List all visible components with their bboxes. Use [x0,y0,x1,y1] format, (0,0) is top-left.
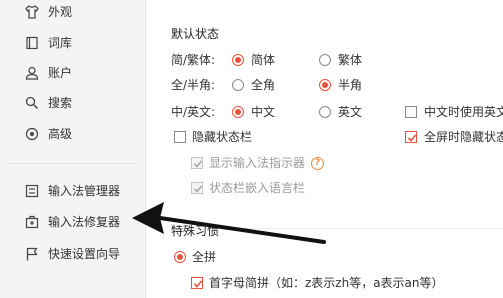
sidebar-item-search[interactable]: 搜索 [0,91,146,115]
row-label-traditional: 简/繁体: [171,53,216,67]
option-label: 英文 [338,105,363,119]
checkbox-hide-status-bar[interactable] [174,131,186,143]
checkbox-label: 首字母简拼（如：z表示zh等，a表示an等） [209,276,444,290]
checkbox-cn-use-en-punct[interactable] [405,106,417,118]
sidebar-item-ime-repair[interactable]: 输入法修复器 [0,210,146,234]
section-title-default-state: 默认状态 [171,27,220,41]
option-label: 简体 [251,53,276,67]
flag-icon [24,246,40,262]
sidebar-item-account[interactable]: 账户 [0,61,146,85]
checkbox-initials[interactable] [191,277,203,289]
check-icon [193,280,203,288]
option-label: 中文 [251,105,276,119]
repair-icon [24,214,40,230]
sidebar-divider [10,163,134,164]
sidebar-item-label: 词库 [48,36,73,50]
radio-simplified[interactable] [232,54,244,66]
sidebar-item-ime-manager[interactable]: 输入法管理器 [0,179,146,203]
annotation-arrow [132,202,326,244]
sidebar-item-dictionary[interactable]: 词库 [0,31,146,55]
sidebar-item-label: 账户 [48,66,73,80]
check-icon [407,134,417,142]
option-label: 全拼 [192,250,217,264]
radio-half-width[interactable] [319,79,331,91]
sidebar-item-label: 外观 [48,5,73,19]
row-label-width: 全/半角: [171,78,216,92]
checkbox-label: 全屏时隐藏状态 [424,130,503,144]
radio-english[interactable] [319,106,331,118]
sidebar-item-label: 输入法管理器 [48,184,121,198]
sidebar-item-label: 高级 [48,127,73,141]
radio-full-width[interactable] [232,79,244,91]
search-icon [24,95,40,111]
checkbox-fullscreen-hide[interactable] [405,131,417,143]
option-label: 半角 [338,78,363,92]
manager-icon [24,183,40,199]
checkbox-label: 中文时使用英文 [424,105,503,119]
checkbox-label: 隐藏状态栏 [192,130,253,144]
settings-panel: 默认状态 简/繁体: 简体 繁体 全/半角: 全角 半角 中/英文: 中文 英文… [147,0,503,298]
user-icon [24,65,40,81]
sidebar-item-advanced[interactable]: 高级 [0,122,146,146]
shirt-icon [24,4,40,20]
sidebar-item-label: 搜索 [48,96,73,110]
sidebar-item-appearance[interactable]: 外观 [0,0,146,24]
row-label-language: 中/英文: [171,105,216,119]
radio-chinese[interactable] [232,106,244,118]
option-label: 全角 [251,78,276,92]
advanced-icon [24,126,40,142]
sidebar-item-label: 快速设置向导 [48,247,121,261]
sidebar: 外观 词库 账户 搜索 高级 输入法管理器 输入法修复器 快速设置向导 [0,0,146,298]
radio-traditional[interactable] [319,54,331,66]
sidebar-item-quick-setup[interactable]: 快速设置向导 [0,242,146,266]
radio-full-pinyin[interactable] [174,251,186,263]
option-label: 繁体 [338,53,363,67]
book-icon [24,35,40,51]
sidebar-item-label: 输入法修复器 [48,215,121,229]
